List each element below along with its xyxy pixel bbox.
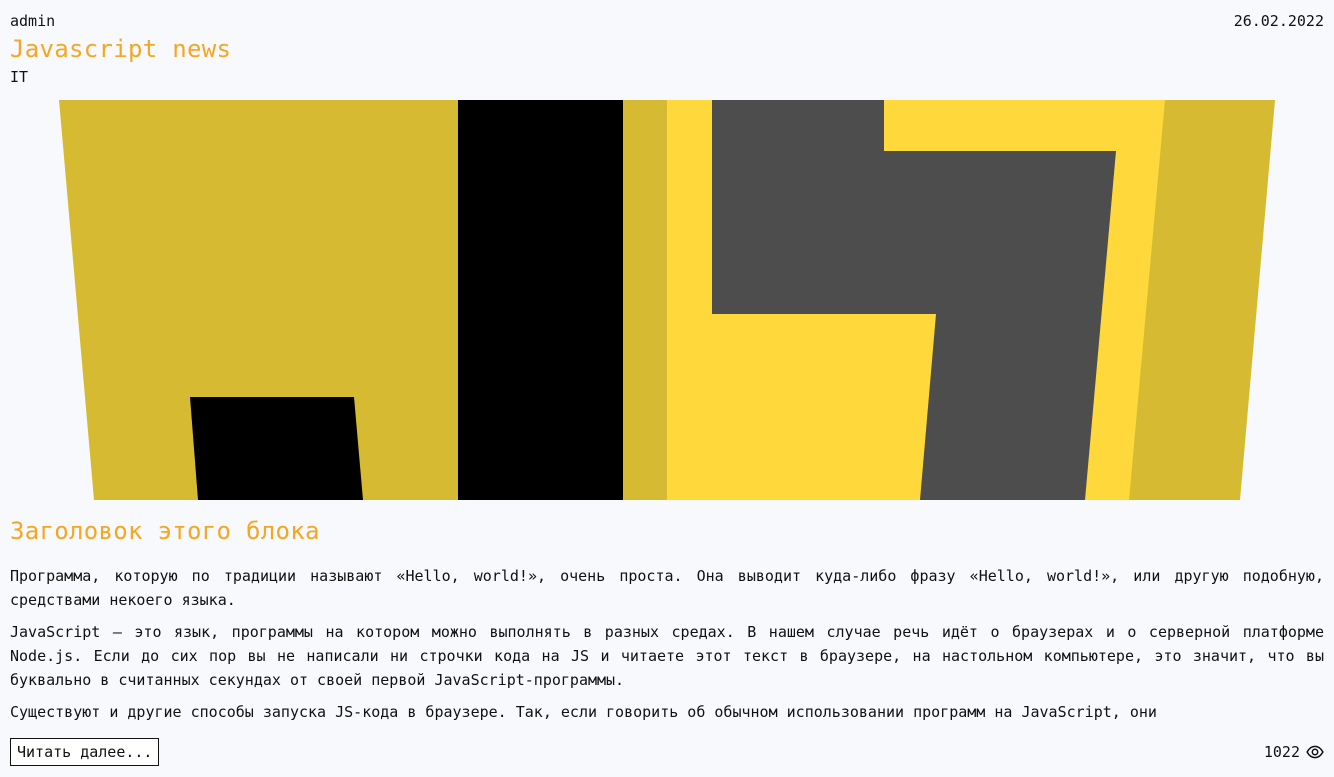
read-more-button[interactable]: Читать далее... [10,738,160,766]
post-title: Javascript news [10,35,232,63]
post-card: admin 26.02.2022 Javascript news IT Заго… [0,0,1334,777]
paragraph: Программа, которую по традиции называют … [10,567,1324,609]
block-title: Заголовок этого блока [10,517,320,545]
logo-letter-j-stem [458,100,623,500]
post-date: 26.02.2022 [1233,12,1324,30]
view-count: 1022 [1263,743,1300,761]
logo-letter-j-hook [190,397,363,500]
paragraph: JavaScript — это язык, программы на кото… [10,623,1324,689]
javascript-logo-icon [59,100,1275,500]
logo-divider-strip [623,100,667,500]
author-name: admin [10,12,56,30]
view-counter: 1022 [1264,740,1324,764]
paragraph: Существуют и другие способы запуска JS-к… [10,703,1157,721]
eye-icon [1306,743,1324,761]
post-category: IT [10,68,29,86]
post-image [59,100,1275,500]
post-excerpt: Программа, которую по традиции называют … [10,564,1324,726]
